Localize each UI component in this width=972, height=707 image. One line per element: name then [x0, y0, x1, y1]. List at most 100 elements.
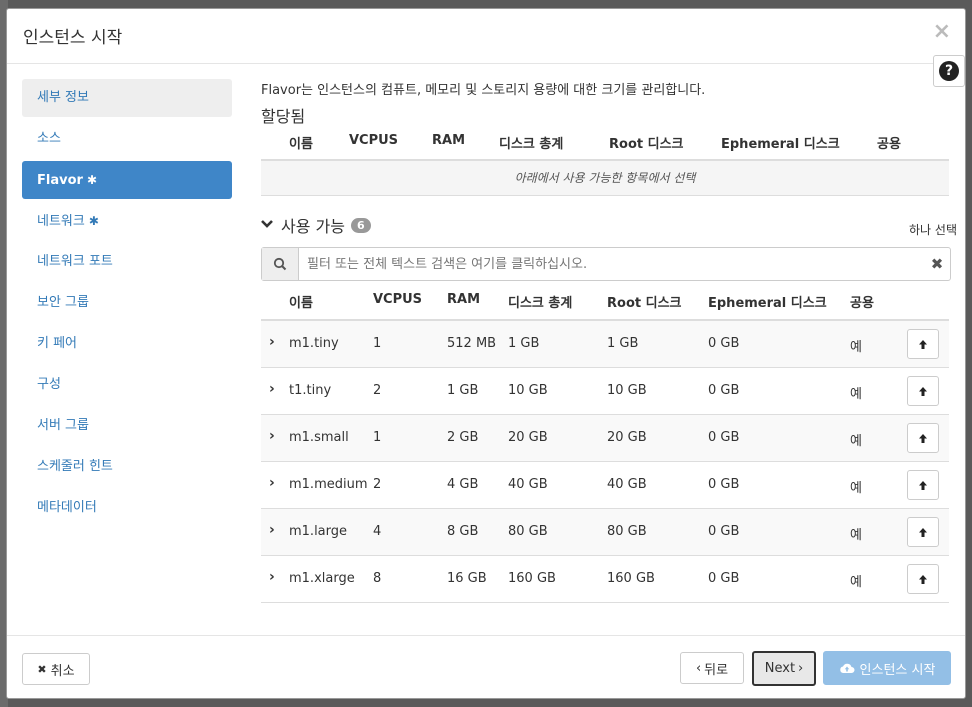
column-header: VCPUS: [373, 292, 423, 307]
sidebar-item-label: 스케줄러 힌트: [37, 459, 113, 474]
clear-icon[interactable]: ✖: [924, 255, 950, 273]
chevron-right-icon[interactable]: ›: [269, 381, 275, 397]
flavor-disk-total: 20 GB: [508, 430, 548, 445]
allocate-button[interactable]: [907, 329, 939, 359]
column-header: 공용: [850, 296, 874, 311]
sidebar-item-metadata[interactable]: 메타데이터: [22, 489, 232, 527]
flavor-ram: 4 GB: [447, 477, 479, 492]
table-row: › m1.xlarge 8 16 GB 160 GB 160 GB 0 GB 예: [261, 556, 949, 603]
launch-instance-button[interactable]: 인스턴스 시작: [823, 651, 951, 685]
flavor-ram: 2 GB: [447, 430, 479, 445]
flavor-disk-total: 160 GB: [508, 571, 556, 586]
flavor-ephemeral-disk: 0 GB: [708, 383, 740, 398]
chevron-right-icon[interactable]: ›: [269, 569, 275, 585]
flavor-ram: 512 MB: [447, 336, 497, 351]
allocate-button[interactable]: [907, 517, 939, 547]
sidebar-item-label: Flavor: [37, 173, 83, 188]
allocated-title: 할당됨: [261, 107, 306, 126]
modal-header: 인스턴스 시작 ×: [7, 9, 965, 64]
sidebar-item-server-groups[interactable]: 서버 그룹: [22, 407, 232, 445]
sidebar-item-label: 보안 그룹: [37, 295, 89, 310]
close-icon[interactable]: ×: [933, 19, 951, 44]
flavor-vcpus: 2: [373, 477, 382, 492]
column-header: RAM: [432, 133, 466, 148]
sidebar-item-source[interactable]: 소스: [22, 120, 232, 158]
flavor-ephemeral-disk: 0 GB: [708, 336, 740, 351]
select-one-hint: 하나 선택: [909, 223, 957, 237]
sidebar-item-label: 서버 그룹: [37, 418, 89, 433]
search-bar: ✖: [261, 247, 951, 281]
flavor-public: 예: [850, 387, 862, 402]
sidebar-item-label: 소스: [37, 131, 61, 146]
allocate-button[interactable]: [907, 470, 939, 500]
allocate-button[interactable]: [907, 376, 939, 406]
flavor-vcpus: 1: [373, 336, 382, 351]
arrow-up-icon: [919, 433, 927, 443]
flavor-vcpus: 8: [373, 571, 382, 586]
help-button[interactable]: ?: [933, 55, 965, 87]
sidebar-item-key-pair[interactable]: 키 페어: [22, 325, 232, 363]
available-table-body: › m1.tiny 1 512 MB 1 GB 1 GB 0 GB 예 › t1…: [261, 321, 949, 603]
sidebar-item-details[interactable]: 세부 정보: [22, 79, 232, 117]
flavor-name: m1.xlarge: [289, 571, 355, 586]
flavor-ephemeral-disk: 0 GB: [708, 571, 740, 586]
arrow-up-icon: [919, 480, 927, 490]
wizard-sidebar: 세부 정보 소스 Flavor ✱ 네트워크 ✱ 네트워크 포트 보안 그룹 키 페…: [22, 79, 232, 530]
allocate-button[interactable]: [907, 423, 939, 453]
flavor-public: 예: [850, 434, 862, 449]
table-row: › m1.medium 2 4 GB 40 GB 40 GB 0 GB 예: [261, 462, 949, 509]
column-header: 이름: [289, 296, 313, 311]
column-header: 이름: [289, 137, 313, 152]
flavor-root-disk: 160 GB: [607, 571, 655, 586]
cancel-button[interactable]: ✖ 취소: [22, 653, 90, 685]
flavor-name: m1.medium: [289, 477, 368, 492]
flavor-disk-total: 10 GB: [508, 383, 548, 398]
cancel-label: 취소: [50, 663, 75, 679]
column-header: 디스크 총계: [499, 137, 564, 152]
sidebar-item-networks[interactable]: 네트워크 ✱: [22, 202, 232, 240]
search-input[interactable]: [299, 255, 924, 273]
flavor-public: 예: [850, 481, 862, 496]
arrow-up-icon: [919, 574, 927, 584]
allocated-empty-message: 아래에서 사용 가능한 항목에서 선택: [261, 161, 949, 196]
chevron-right-icon[interactable]: ›: [269, 475, 275, 491]
required-icon: ✱: [86, 173, 97, 187]
flavor-vcpus: 1: [373, 430, 382, 445]
flavor-vcpus: 2: [373, 383, 382, 398]
chevron-down-icon: [261, 217, 273, 233]
available-count-badge: 6: [350, 217, 371, 233]
sidebar-item-label: 구성: [37, 377, 61, 392]
available-section-toggle[interactable]: 사용 가능 6: [261, 213, 371, 237]
flavor-root-disk: 20 GB: [607, 430, 647, 445]
back-label: 뒤로: [704, 662, 729, 678]
flavor-disk-total: 40 GB: [508, 477, 548, 492]
flavor-disk-total: 80 GB: [508, 524, 548, 539]
flavor-ram: 8 GB: [447, 524, 479, 539]
column-header: Root 디스크: [607, 296, 682, 311]
flavor-public: 예: [850, 340, 862, 355]
back-button[interactable]: ‹ 뒤로: [680, 652, 744, 684]
sidebar-item-network-ports[interactable]: 네트워크 포트: [22, 243, 232, 281]
flavor-disk-total: 1 GB: [508, 336, 540, 351]
flavor-public: 예: [850, 575, 862, 590]
allocate-button[interactable]: [907, 564, 939, 594]
question-icon: ?: [939, 61, 959, 81]
modal-title: 인스턴스 시작: [23, 28, 123, 48]
next-label: Next: [764, 661, 796, 676]
flavor-ram: 1 GB: [447, 383, 479, 398]
sidebar-item-label: 세부 정보: [37, 90, 89, 105]
next-button[interactable]: Next ›: [752, 651, 816, 686]
column-header: 디스크 총계: [508, 296, 573, 311]
sidebar-item-configuration[interactable]: 구성: [22, 366, 232, 404]
sidebar-item-label: 키 페어: [37, 336, 78, 351]
sidebar-item-scheduler-hints[interactable]: 스케줄러 힌트: [22, 448, 232, 486]
chevron-right-icon[interactable]: ›: [269, 428, 275, 444]
available-table-header: 이름 VCPUS RAM 디스크 총계 Root 디스크 Ephemeral 디…: [261, 287, 949, 321]
chevron-right-icon[interactable]: ›: [269, 334, 275, 350]
column-header: Ephemeral 디스크: [721, 137, 840, 152]
sidebar-item-flavor[interactable]: Flavor ✱: [22, 161, 232, 199]
chevron-right-icon[interactable]: ›: [269, 522, 275, 538]
arrow-up-icon: [919, 339, 927, 349]
sidebar-item-security-groups[interactable]: 보안 그룹: [22, 284, 232, 322]
column-header: 공용: [877, 137, 901, 152]
